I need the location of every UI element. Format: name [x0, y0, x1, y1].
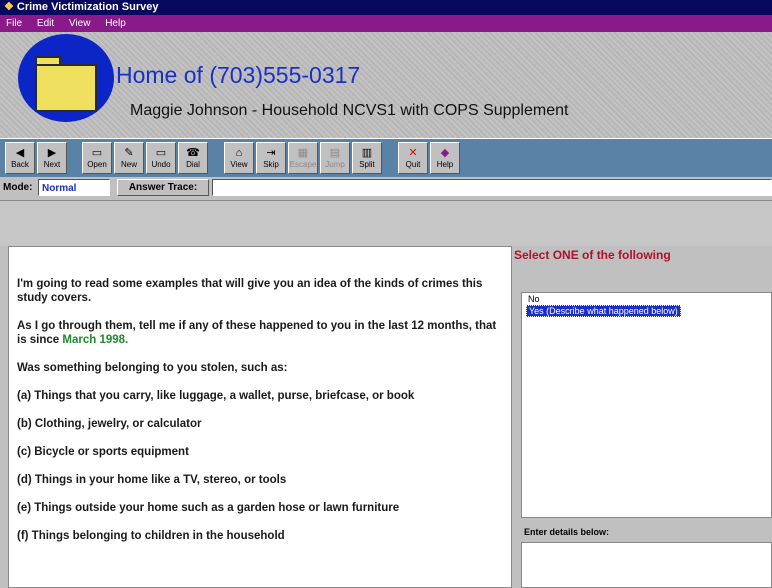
mode-bar: Mode: Normal Answer Trace:: [0, 177, 772, 201]
question-item-d: (d) Things in your home like a TV, stere…: [17, 474, 287, 486]
answer-option-yes[interactable]: Yes (Describe what happened below): [522, 305, 771, 317]
question-item-e: (e) Things outside your home such as a g…: [17, 502, 400, 514]
open-button[interactable]: ▭ Open: [82, 142, 112, 174]
split-icon: ▥: [361, 147, 373, 159]
mode-field[interactable]: Normal: [38, 179, 110, 196]
next-arrow-icon: ▶: [47, 147, 57, 159]
answer-instruction: Select ONE of the following: [514, 248, 671, 262]
skip-button[interactable]: ⇥ Skip: [256, 142, 286, 174]
case-subtitle: Maggie Johnson - Household NCVS1 with CO…: [130, 102, 569, 119]
quit-x-icon: ✕: [408, 147, 418, 159]
skip-icon: ⇥: [266, 147, 276, 159]
help-icon: ◆: [440, 147, 450, 159]
new-button[interactable]: ✎ New: [114, 142, 144, 174]
help-button[interactable]: ◆ Help: [430, 142, 460, 174]
details-textarea[interactable]: [521, 542, 772, 588]
new-icon: ✎: [124, 147, 134, 159]
folder-open-icon: ▭: [91, 147, 103, 159]
split-button[interactable]: ▥ Split: [352, 142, 382, 174]
quit-button[interactable]: ✕ Quit: [398, 142, 428, 174]
view-button[interactable]: ⌂ View: [224, 142, 254, 174]
question-item-c: (c) Bicycle or sports equipment: [17, 446, 189, 458]
escape-icon: ▦: [297, 147, 309, 159]
reference-date: March 1998.: [62, 334, 129, 346]
spacer-panel: [0, 201, 772, 246]
menu-view[interactable]: View: [69, 18, 91, 29]
answer-trace-button[interactable]: Answer Trace:: [117, 179, 209, 196]
question-item-a: (a) Things that you carry, like luggage,…: [17, 390, 415, 402]
details-label: Enter details below:: [524, 527, 610, 537]
answer-option-no[interactable]: No: [522, 293, 771, 305]
question-item-f: (f) Things belonging to children in the …: [17, 530, 285, 542]
mode-label: Mode:: [3, 182, 33, 193]
toolbar: ◀ Back ▶ Next ▭ Open ✎ New ▭ Undo ☎ Dial ⌂ View…: [0, 138, 772, 179]
menu-file[interactable]: File: [6, 18, 22, 29]
escape-button[interactable]: ▦ Escape: [288, 142, 318, 174]
window-title: Crime Victimization Survey: [16, 1, 159, 13]
menu-edit[interactable]: Edit: [37, 18, 54, 29]
home-view-icon: ⌂: [235, 147, 243, 159]
case-title: Home of (703)555-0317: [116, 62, 361, 88]
menu-help[interactable]: Help: [105, 18, 126, 29]
question-text-pane: I'm going to read some examples that wil…: [8, 246, 512, 588]
title-bar: ❖ Crime Victimization Survey: [0, 0, 772, 15]
folder-icon: [35, 64, 97, 112]
jump-button[interactable]: ▤ Jump: [320, 142, 350, 174]
back-button[interactable]: ◀ Back: [5, 142, 35, 174]
undo-button[interactable]: ▭ Undo: [146, 142, 176, 174]
question-intro: I'm going to read some examples that wil…: [17, 278, 483, 304]
menu-bar: File Edit View Help: [0, 15, 772, 32]
answer-trace-field[interactable]: [212, 179, 772, 196]
app-icon: ❖: [4, 1, 14, 13]
phone-dial-icon: ☎: [186, 147, 200, 159]
question-period: As I go through them, tell me if any of …: [17, 320, 497, 346]
undo-icon: ▭: [155, 147, 167, 159]
dial-button[interactable]: ☎ Dial: [178, 142, 208, 174]
question-prompt: Was something belonging to you stolen, s…: [17, 362, 288, 374]
back-arrow-icon: ◀: [15, 147, 25, 159]
question-item-b: (b) Clothing, jewelry, or calculator: [17, 418, 202, 430]
answer-list[interactable]: No Yes (Describe what happened below): [521, 292, 772, 518]
next-button[interactable]: ▶ Next: [37, 142, 67, 174]
jump-icon: ▤: [329, 147, 341, 159]
